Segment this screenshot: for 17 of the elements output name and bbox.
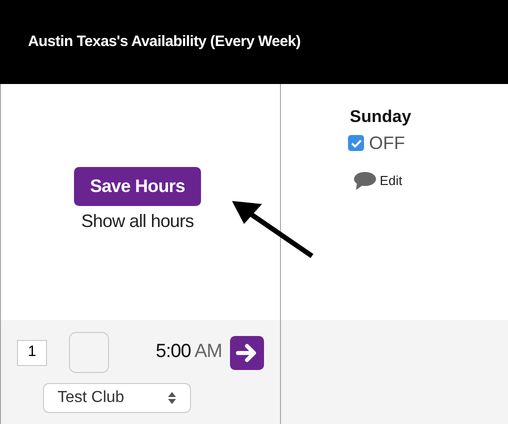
- day-name: Sunday: [350, 106, 412, 128]
- select-arrows-icon: [168, 391, 176, 405]
- off-label: OFF: [369, 132, 405, 154]
- page-title: Austin Texas's Availability (Every Week): [28, 32, 301, 52]
- checkmark-icon: [350, 138, 362, 148]
- speech-bubble-icon: [352, 170, 377, 190]
- off-checkbox[interactable]: [348, 135, 364, 151]
- time-text: 5:00: [156, 341, 191, 362]
- slot-checkbox[interactable]: [69, 332, 109, 373]
- arrow-right-icon: [236, 342, 258, 362]
- save-hours-button[interactable]: Save Hours: [74, 167, 202, 206]
- number-field[interactable]: 1: [17, 340, 47, 366]
- club-select[interactable]: Test Club: [42, 383, 190, 413]
- show-all-hours-link[interactable]: Show all hours: [81, 208, 194, 235]
- edit-link[interactable]: Edit: [380, 170, 402, 190]
- arrow-right-button[interactable]: [230, 336, 264, 370]
- period-text: AM: [194, 341, 222, 362]
